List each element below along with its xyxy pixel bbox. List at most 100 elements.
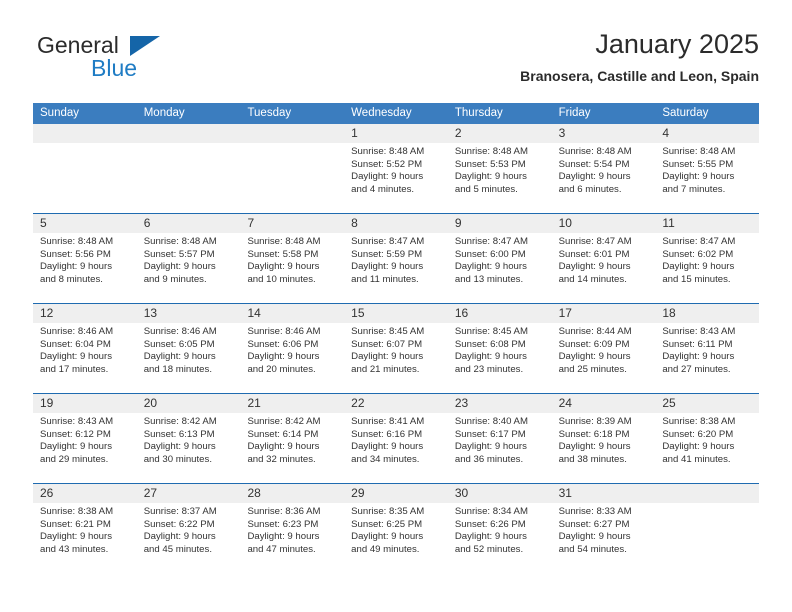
day-detail-line: Daylight: 9 hours [247,351,320,363]
page-title: January 2025 [595,29,759,59]
day-cell-13[interactable]: 13 Sunrise: 8:46 AM Sunset: 6:05 PM Dayligh… [136,304,241,393]
day-detail-line: Sunrise: 8:47 AM [351,236,425,247]
day-detail-line: Daylight: 9 hours [351,171,424,183]
day-number: 27 [143,486,158,500]
day-detail-text [655,503,759,506]
day-cell-31[interactable]: 31 Sunrise: 8:33 AM Sunset: 6:27 PM Dayligh… [551,484,656,574]
day-detail-line: Sunset: 6:25 PM [351,518,423,530]
day-cell-8[interactable]: 8 Sunrise: 8:47 AM Sunset: 5:59 PM Daylight… [344,214,448,303]
day-detail-line: and 8 minutes. [40,274,103,286]
day-cell-15[interactable]: 15 Sunrise: 8:45 AM Sunset: 6:07 PM Dayligh… [344,304,448,393]
day-cell-17[interactable]: 17 Sunrise: 8:44 AM Sunset: 6:09 PM Dayligh… [551,304,656,393]
day-number: 28 [247,486,261,500]
day-cell-19[interactable]: 19 Sunrise: 8:43 AM Sunset: 6:12 PM Dayligh… [33,394,137,483]
day-detail-line: Daylight: 9 hours [454,171,527,183]
day-cell-23[interactable]: 23 Sunrise: 8:40 AM Sunset: 6:17 PM Dayligh… [447,394,552,483]
day-detail-line: Daylight: 9 hours [351,351,424,363]
day-cell-26[interactable]: 26 Sunrise: 8:38 AM Sunset: 6:21 PM Dayligh… [33,484,137,574]
day-number-band: 6 [136,214,241,233]
day-detail-line: and 30 minutes. [143,454,212,466]
day-detail-text: Sunrise: 8:41 AM Sunset: 6:16 PM Daylight:… [344,413,448,467]
week-row: 19 Sunrise: 8:43 AM Sunset: 6:12 PM Dayligh… [33,394,760,484]
day-cell-18[interactable]: 18 Sunrise: 8:43 AM Sunset: 6:11 PM Dayligh… [655,304,760,393]
day-detail-line: and 15 minutes. [662,274,731,286]
day-number-band: 30 [447,484,552,503]
day-detail-line: Daylight: 9 hours [662,351,735,363]
day-number: 17 [558,306,572,320]
day-cell-9[interactable]: 9 Sunrise: 8:47 AM Sunset: 6:00 PM Daylight… [447,214,552,303]
day-detail-line: Sunrise: 8:41 AM [351,416,425,427]
day-detail-line: Sunrise: 8:48 AM [454,146,528,157]
day-cell-4[interactable]: 4 Sunrise: 8:48 AM Sunset: 5:55 PM Daylight… [655,124,760,213]
day-number: 22 [351,396,365,410]
day-detail-text: Sunrise: 8:47 AM Sunset: 5:59 PM Daylight:… [344,233,448,287]
day-detail-text: Sunrise: 8:33 AM Sunset: 6:27 PM Daylight:… [552,503,656,557]
day-cell-2[interactable]: 2 Sunrise: 8:48 AM Sunset: 5:53 PM Daylight… [447,124,552,213]
day-cell-30[interactable]: 30 Sunrise: 8:34 AM Sunset: 6:26 PM Dayligh… [447,484,552,574]
day-cell-5[interactable]: 5 Sunrise: 8:48 AM Sunset: 5:56 PM Daylight… [33,214,137,303]
day-number-band: 29 [344,484,448,503]
day-number: 18 [662,306,676,320]
day-detail-text: Sunrise: 8:39 AM Sunset: 6:18 PM Daylight:… [552,413,656,467]
day-number-band: 15 [344,304,448,323]
day-detail-line: and 17 minutes. [40,364,109,376]
day-detail-line: Daylight: 9 hours [351,441,424,453]
day-detail-line: Sunset: 6:17 PM [454,428,526,440]
day-detail-text: Sunrise: 8:42 AM Sunset: 6:13 PM Daylight:… [137,413,241,467]
day-detail-line: Sunset: 6:01 PM [558,248,630,260]
day-cell-20[interactable]: 20 Sunrise: 8:42 AM Sunset: 6:13 PM Dayligh… [136,394,241,483]
day-cell-6[interactable]: 6 Sunrise: 8:48 AM Sunset: 5:57 PM Daylight… [136,214,241,303]
day-cell-21[interactable]: 21 Sunrise: 8:42 AM Sunset: 6:14 PM Dayligh… [240,394,345,483]
day-cell-28[interactable]: 28 Sunrise: 8:36 AM Sunset: 6:23 PM Dayligh… [240,484,345,574]
day-number-band: 26 [33,484,137,503]
day-detail-line: Sunrise: 8:39 AM [558,416,632,427]
day-cell-1[interactable]: 1 Sunrise: 8:48 AM Sunset: 5:52 PM Daylight… [344,124,448,213]
day-cell-7[interactable]: 7 Sunrise: 8:48 AM Sunset: 5:58 PM Daylight… [240,214,345,303]
day-detail-text: Sunrise: 8:46 AM Sunset: 6:06 PM Daylight:… [240,323,344,377]
day-detail-line: and 54 minutes. [558,544,627,556]
weekday-header-tuesday: Tuesday [247,107,292,119]
day-detail-text: Sunrise: 8:36 AM Sunset: 6:23 PM Daylight:… [240,503,344,557]
day-number-band: 20 [136,394,241,413]
day-cell-25[interactable]: 25 Sunrise: 8:38 AM Sunset: 6:20 PM Dayligh… [655,394,760,483]
day-cell-3[interactable]: 3 Sunrise: 8:48 AM Sunset: 5:54 PM Daylight… [551,124,656,213]
weekday-header-row: Sunday Monday Tuesday Wednesday Thursday Frid… [33,103,759,124]
day-cell-27[interactable]: 27 Sunrise: 8:37 AM Sunset: 6:22 PM Dayligh… [136,484,241,574]
day-detail-line: Sunrise: 8:48 AM [143,236,217,247]
day-detail-line: Sunrise: 8:48 AM [40,236,114,247]
day-cell-12[interactable]: 12 Sunrise: 8:46 AM Sunset: 6:04 PM Dayligh… [33,304,137,393]
day-cell-empty [136,124,241,213]
day-cell-24[interactable]: 24 Sunrise: 8:39 AM Sunset: 6:18 PM Dayligh… [551,394,656,483]
day-detail-line: Sunrise: 8:38 AM [662,416,736,427]
day-number-band [136,124,241,143]
day-detail-text: Sunrise: 8:48 AM Sunset: 5:53 PM Daylight:… [448,143,552,197]
day-number: 5 [40,216,47,230]
day-detail-line: Daylight: 9 hours [558,171,631,183]
day-detail-line: and 6 minutes. [558,184,622,196]
day-detail-line: Sunset: 6:16 PM [351,428,423,440]
day-cell-16[interactable]: 16 Sunrise: 8:45 AM Sunset: 6:08 PM Dayligh… [447,304,552,393]
day-cell-11[interactable]: 11 Sunrise: 8:47 AM Sunset: 6:02 PM Dayligh… [655,214,760,303]
day-number-band: 16 [447,304,552,323]
day-detail-text: Sunrise: 8:47 AM Sunset: 6:02 PM Daylight:… [655,233,759,287]
day-number-band: 4 [655,124,760,143]
calendar-grid: Sunday Monday Tuesday Wednesday Thursday Frid… [33,103,760,574]
day-cell-14[interactable]: 14 Sunrise: 8:46 AM Sunset: 6:06 PM Dayligh… [240,304,345,393]
day-cell-22[interactable]: 22 Sunrise: 8:41 AM Sunset: 6:16 PM Dayligh… [344,394,448,483]
day-detail-line: and 23 minutes. [454,364,524,376]
day-cell-29[interactable]: 29 Sunrise: 8:35 AM Sunset: 6:25 PM Dayligh… [344,484,448,574]
week-row: 12 Sunrise: 8:46 AM Sunset: 6:04 PM Dayligh… [33,304,760,394]
day-number-band: 27 [136,484,241,503]
day-number-band: 9 [447,214,552,233]
day-number-band: 8 [344,214,448,233]
day-number-band: 28 [240,484,345,503]
day-detail-line: Sunrise: 8:43 AM [662,326,736,337]
day-cell-10[interactable]: 10 Sunrise: 8:47 AM Sunset: 6:01 PM Dayligh… [551,214,656,303]
day-detail-line: Sunset: 6:23 PM [247,518,319,530]
general-blue-logo[interactable]: General Blue [33,32,273,88]
day-detail-line: Sunset: 6:21 PM [40,518,111,530]
day-detail-line: Daylight: 9 hours [247,261,320,273]
day-detail-line: Sunset: 5:55 PM [662,158,734,170]
day-number: 2 [454,126,462,140]
day-detail-line: Sunset: 5:57 PM [143,248,215,260]
